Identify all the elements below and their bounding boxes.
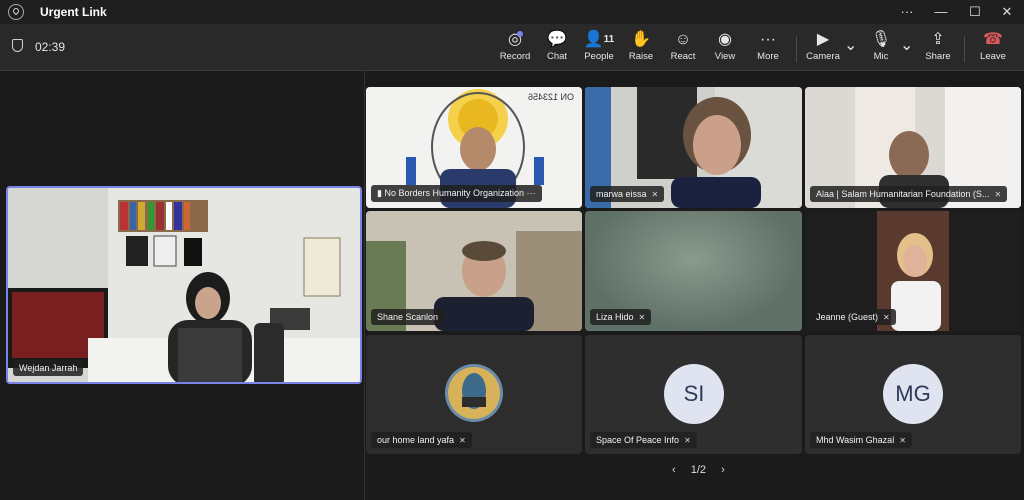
mic-off-icon: ✕ — [899, 436, 906, 445]
leave-button[interactable]: ☎ Leave — [974, 30, 1012, 66]
participant-name-tag: our home land yafa ✕ — [371, 432, 472, 448]
toolbar-divider — [964, 36, 965, 62]
share-icon: ⇪ — [931, 31, 945, 48]
mic-off-icon: ✕ — [459, 436, 466, 445]
participant-tile-space-of-peace[interactable]: SI Space Of Peace Info ✕ — [585, 335, 802, 454]
participant-name-tag: Alaa | Salam Humanitarian Foundation (S.… — [810, 186, 1008, 202]
people-count: 11 — [603, 34, 615, 45]
mic-options-chevron[interactable]: ⌄ — [900, 36, 914, 72]
participant-tile-yafa[interactable]: our home land yafa ✕ — [366, 335, 582, 454]
close-button[interactable]: ✕ — [990, 0, 1024, 24]
title-bar: Urgent Link ··· — ☐ ✕ — [0, 0, 1024, 24]
participant-tile-wasim[interactable]: MG Mhd Wasim Ghazal ✕ — [805, 335, 1021, 454]
chevron-down-icon: ⌄ — [844, 37, 858, 54]
stage-divider — [364, 71, 365, 500]
participant-name-tag: ▮ No Borders Humanity Organization ··· — [371, 185, 542, 202]
people-icon: 👤11 — [583, 31, 615, 48]
page-indicator: 1/2 — [690, 464, 707, 476]
hand-icon: ✋ — [631, 31, 651, 48]
mic-off-icon: ✕ — [684, 436, 691, 445]
view-icon: ◉ — [718, 31, 732, 48]
microphone-icon: 🎙 — [870, 31, 892, 48]
avatar: MG — [883, 364, 943, 424]
record-icon: ◎ — [508, 31, 522, 48]
participant-name-tag: Space Of Peace Info ✕ — [590, 432, 697, 448]
previous-page-button[interactable]: ‹ — [672, 464, 676, 476]
mic-off-icon: ✕ — [651, 190, 659, 199]
chat-icon: 💬 — [547, 31, 567, 48]
participant-name-tag: Mhd Wasim Ghazal ✕ — [810, 432, 912, 448]
participant-name-tag: Jeanne (Guest) ✕ — [810, 309, 896, 325]
window-title: Urgent Link — [40, 5, 107, 19]
smiley-icon: ☺ — [674, 31, 692, 48]
meeting-toolbar: 02:39 ◎ Record 💬 Chat 👤11 People ✋ Raise… — [0, 24, 1024, 71]
participant-tile-alaa[interactable]: Alaa | Salam Humanitarian Foundation (S.… — [805, 87, 1021, 208]
hang-up-icon: ☎ — [983, 31, 1003, 48]
spotlight-video-frame — [8, 188, 360, 382]
mic-off-icon: ✕ — [883, 313, 890, 322]
mic-off-icon: ✕ — [638, 313, 646, 322]
camera-options-chevron[interactable]: ⌄ — [844, 36, 858, 72]
maximize-button[interactable]: ☐ — [958, 0, 992, 24]
mic-off-icon: ✕ — [994, 190, 1002, 199]
react-button[interactable]: ☺ React — [666, 30, 700, 66]
chat-button[interactable]: 💬 Chat — [540, 30, 574, 66]
participant-name-tag: Shane Scanlon — [371, 309, 445, 325]
camera-button[interactable]: ▶ Camera — [804, 30, 842, 66]
record-button[interactable]: ◎ Record — [498, 30, 532, 66]
more-button[interactable]: ··· More — [750, 30, 786, 66]
participant-tile-marwa[interactable]: marwa eissa ✕ — [585, 87, 802, 208]
participant-tile-no-borders[interactable]: ON 123456 ▮ No Borders Humanity Organiza… — [366, 87, 582, 208]
ellipsis-icon: ··· — [760, 31, 776, 48]
gallery-pager: ‹ 1/2 › — [666, 464, 731, 476]
minimize-button[interactable]: — — [924, 0, 958, 24]
people-button[interactable]: 👤11 People — [580, 30, 618, 66]
recording-indicator — [517, 31, 523, 37]
camera-icon: ▶ — [816, 31, 830, 48]
tile-options-dots[interactable]: ··· — [527, 188, 536, 198]
meeting-timer: 02:39 — [35, 40, 66, 54]
view-button[interactable]: ◉ View — [708, 30, 742, 66]
participant-name-tag: Wejdan Jarrah — [13, 360, 84, 376]
participant-tile-liza[interactable]: Liza Hido ✕ — [585, 211, 802, 331]
next-page-button[interactable]: › — [721, 464, 725, 476]
participant-tile-jeanne[interactable]: Jeanne (Guest) ✕ — [805, 211, 1021, 331]
participant-tile-shane[interactable]: Shane Scanlon — [366, 211, 582, 331]
shield-icon — [12, 39, 23, 52]
window-more-button[interactable]: ··· — [890, 0, 924, 24]
participant-name-tag: Liza Hido ✕ — [590, 309, 652, 325]
participant-name-tag: marwa eissa ✕ — [590, 186, 665, 202]
chevron-down-icon: ⌄ — [900, 37, 914, 54]
mic-button[interactable]: 🎙 Mic — [864, 30, 898, 66]
avatar: SI — [664, 364, 724, 424]
raise-hand-button[interactable]: ✋ Raise — [624, 30, 658, 66]
toolbar-divider — [796, 36, 797, 62]
spotlight-video-tile[interactable]: Wejdan Jarrah — [6, 186, 362, 384]
share-button[interactable]: ⇪ Share — [920, 30, 956, 66]
logo-watermark: ON 123456 — [527, 92, 574, 102]
teams-app-icon — [8, 4, 24, 20]
